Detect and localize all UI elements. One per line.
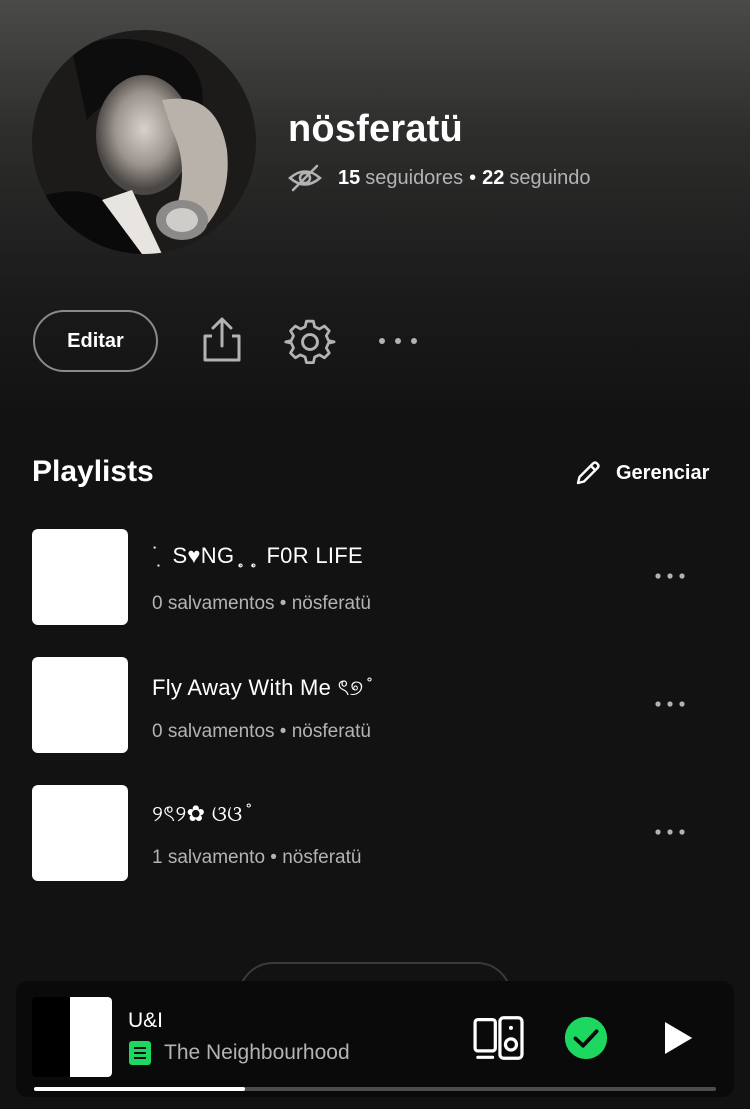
connect-device-button[interactable] [470, 1013, 528, 1063]
manage-label: Gerenciar [616, 461, 710, 484]
manage-playlists-button[interactable]: Gerenciar [574, 456, 709, 490]
more-icon [655, 829, 685, 835]
eye-off-icon [288, 164, 322, 192]
avatar-photo [32, 30, 256, 254]
edit-profile-button[interactable]: Editar [33, 310, 158, 372]
more-icon [655, 701, 685, 707]
playlist-title: ˙ ̣ S♥NG ̥ ̣ ̥ ̣ F0R LIFE [152, 543, 363, 568]
profile-name: nösferatü [288, 108, 463, 150]
following-count[interactable]: 22 [482, 167, 504, 190]
more-icon [655, 573, 685, 579]
saved-to-library-button[interactable] [561, 1013, 611, 1063]
play-icon [665, 1022, 693, 1054]
play-button[interactable] [652, 1013, 702, 1063]
playlist-cover [32, 657, 128, 753]
share-icon [203, 317, 241, 362]
more-options-button[interactable] [372, 326, 424, 356]
pencil-icon [576, 461, 600, 485]
playlist-cover [32, 785, 128, 881]
settings-button[interactable] [282, 314, 338, 370]
check-circle-icon [564, 1016, 608, 1060]
playlist-title: Fly Away With Me ৎ୭ ̊ [152, 675, 370, 700]
following-label[interactable]: seguindo [509, 167, 590, 190]
playlist-subtitle: 1 salvamento • nösferatü [152, 847, 362, 868]
playlist-more-button[interactable] [644, 687, 696, 721]
profile-stats: 15 seguidores • 22 seguindo [288, 162, 591, 194]
playlist-row[interactable]: ˙ ̣ S♥NG ̥ ̣ ̥ ̣ F0R LIFE 0 salvamentos … [0, 529, 750, 629]
playlist-row[interactable]: Fly Away With Me ৎ୭ ̊ 0 salvamentos • nö… [0, 657, 750, 757]
playlist-row[interactable]: ୨ৎ୨✿ ଓଓ ̊ 1 salvamento • nösferatü [0, 785, 750, 885]
downloaded-icon [129, 1041, 151, 1065]
playlist-title: ୨ৎ୨✿ ଓଓ ̊ [152, 801, 250, 826]
now-playing-title: U&I [128, 1009, 164, 1032]
now-playing-cover [32, 997, 112, 1077]
playback-progress-bar[interactable] [34, 1087, 716, 1091]
playlist-more-button[interactable] [644, 559, 696, 593]
share-button[interactable] [196, 314, 248, 366]
now-playing-artist-row: The Neighbourhood [128, 1039, 350, 1067]
devices-icon [473, 1016, 524, 1060]
playback-progress-fill [34, 1087, 246, 1091]
profile-page: nösferatü 15 seguidores • 22 seguindo Ed… [0, 0, 750, 1109]
mini-player[interactable]: U&I The Neighbourhood [16, 981, 734, 1097]
more-icon [379, 338, 417, 344]
profile-avatar[interactable] [32, 30, 256, 254]
followers-label[interactable]: seguidores [365, 167, 463, 190]
stats-separator: • [469, 166, 477, 189]
playlist-subtitle: 0 salvamentos • nösferatü [152, 593, 371, 614]
followers-count[interactable]: 15 [338, 167, 360, 190]
playlist-cover [32, 529, 128, 625]
now-playing-artist: The Neighbourhood [164, 1041, 350, 1064]
playlist-more-button[interactable] [644, 815, 696, 849]
gear-icon [284, 319, 336, 365]
playlist-subtitle: 0 salvamentos • nösferatü [152, 721, 371, 742]
playlists-heading: Playlists [32, 455, 154, 488]
